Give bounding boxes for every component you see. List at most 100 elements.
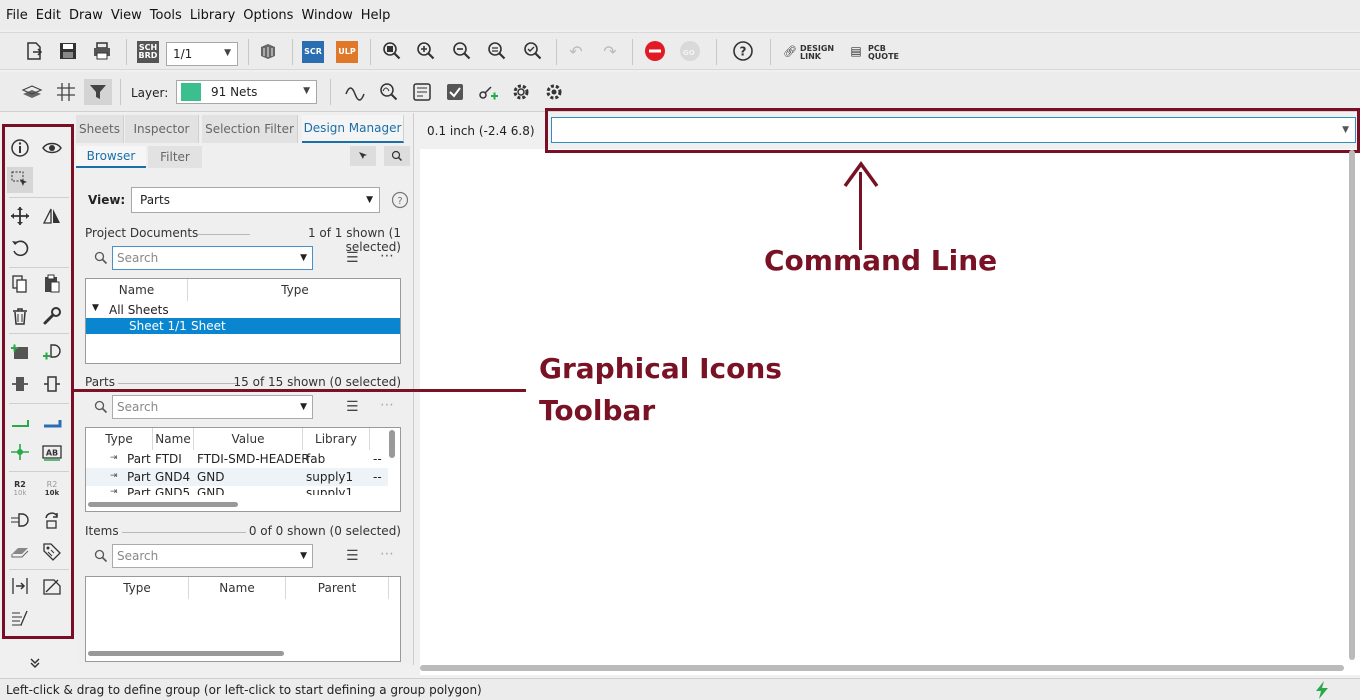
attribute-icon[interactable] bbox=[7, 539, 33, 565]
net-icon[interactable] bbox=[39, 407, 65, 433]
column-header-type[interactable]: Type bbox=[86, 577, 189, 599]
invoke-icon[interactable] bbox=[39, 371, 65, 397]
label-icon[interactable]: AB bbox=[39, 439, 65, 465]
text-align-icon[interactable] bbox=[7, 605, 33, 631]
design-link-button[interactable]: DESIGN LINK bbox=[800, 45, 834, 61]
erc-icon[interactable] bbox=[410, 80, 434, 104]
sheet-select[interactable]: 1/1 ▼ bbox=[166, 42, 238, 66]
split-icon[interactable] bbox=[7, 507, 33, 533]
sch-brd-switch-icon[interactable]: SCH BRD bbox=[137, 41, 159, 63]
lightning-icon[interactable] bbox=[1312, 680, 1332, 700]
column-header-name[interactable]: Name bbox=[153, 428, 194, 450]
delete-icon[interactable] bbox=[7, 303, 33, 329]
menu-file[interactable]: File bbox=[6, 8, 28, 23]
tree-expand-icon[interactable]: ▼ bbox=[92, 303, 99, 313]
stop-icon[interactable] bbox=[643, 39, 667, 63]
more-options-icon[interactable]: ⋯ bbox=[380, 397, 394, 413]
info-icon[interactable] bbox=[7, 135, 33, 161]
check-icon[interactable] bbox=[443, 80, 467, 104]
menu-window[interactable]: Window bbox=[301, 8, 352, 23]
layer-select[interactable]: 91 Nets ▼ bbox=[176, 80, 317, 104]
tab-sheets[interactable]: Sheets bbox=[76, 115, 124, 143]
pcb-quote-button[interactable]: PCB QUOTE bbox=[868, 45, 899, 61]
list-view-icon[interactable]: ☰ bbox=[346, 399, 359, 415]
value-icon[interactable]: R2 10k bbox=[39, 475, 65, 501]
layers-icon[interactable] bbox=[20, 80, 44, 104]
tab-inspector[interactable]: Inspector bbox=[125, 115, 199, 143]
group-select-icon[interactable] bbox=[7, 167, 33, 193]
zoom-in-icon[interactable] bbox=[414, 39, 438, 63]
help-icon[interactable]: ? bbox=[388, 188, 412, 212]
subtab-browser[interactable]: Browser bbox=[76, 146, 146, 168]
zoom-fit-icon[interactable] bbox=[380, 39, 404, 63]
table-row[interactable]: ⇥ Part GND5 GND supply1 bbox=[86, 486, 388, 495]
column-header-library[interactable]: Library bbox=[303, 428, 370, 450]
tag-icon[interactable] bbox=[39, 539, 65, 565]
tree-root-all-sheets[interactable]: All Sheets bbox=[109, 303, 169, 317]
script-icon[interactable]: SCR bbox=[302, 41, 324, 63]
column-header-parent[interactable]: Parent bbox=[286, 577, 389, 599]
more-options-icon[interactable]: ⋯ bbox=[380, 248, 394, 264]
menu-view[interactable]: View bbox=[111, 8, 142, 23]
menu-draw[interactable]: Draw bbox=[69, 8, 103, 23]
canvas-horizontal-scrollbar[interactable] bbox=[420, 665, 1344, 671]
menu-edit[interactable]: Edit bbox=[36, 8, 61, 23]
add-connection-icon[interactable] bbox=[476, 80, 500, 104]
junction-icon[interactable] bbox=[7, 439, 33, 465]
list-view-icon[interactable]: ☰ bbox=[346, 548, 359, 564]
print-icon[interactable] bbox=[90, 39, 114, 63]
add-part-icon[interactable] bbox=[7, 339, 33, 365]
column-header-value[interactable]: Value bbox=[194, 428, 303, 450]
wrench-icon[interactable] bbox=[39, 303, 65, 329]
menu-library[interactable]: Library bbox=[190, 8, 235, 23]
undo-icon[interactable]: ↶ bbox=[564, 39, 588, 63]
canvas-vertical-scrollbar[interactable] bbox=[1349, 150, 1355, 660]
pin-swap-icon[interactable] bbox=[7, 573, 33, 599]
move-icon[interactable] bbox=[7, 203, 33, 229]
redo-icon[interactable]: ↷ bbox=[598, 39, 622, 63]
tab-selection-filter[interactable]: Selection Filter bbox=[202, 115, 298, 143]
mirror-icon[interactable] bbox=[39, 203, 65, 229]
vertical-scrollbar[interactable] bbox=[389, 430, 395, 458]
parts-search-input[interactable]: Search ▼ bbox=[112, 395, 313, 419]
settings-icon[interactable] bbox=[509, 80, 533, 104]
paste-icon[interactable] bbox=[39, 271, 65, 297]
zoom-select-icon[interactable] bbox=[521, 39, 545, 63]
swap-gate-icon[interactable] bbox=[39, 507, 65, 533]
horizontal-scrollbar[interactable] bbox=[88, 651, 284, 656]
rotate-icon[interactable] bbox=[7, 235, 33, 261]
project-documents-search-input[interactable]: Search ▼ bbox=[112, 246, 313, 270]
column-header-type[interactable]: Type bbox=[86, 428, 153, 450]
show-icon[interactable] bbox=[377, 80, 401, 104]
subtab-filter[interactable]: Filter bbox=[148, 146, 202, 168]
help-icon[interactable]: ? bbox=[731, 39, 755, 63]
wire-bend-icon[interactable] bbox=[343, 80, 367, 104]
line-icon[interactable] bbox=[39, 573, 65, 599]
column-header-name[interactable]: Name bbox=[189, 577, 286, 599]
save-icon[interactable] bbox=[56, 39, 80, 63]
items-search-input[interactable]: Search ▼ bbox=[112, 544, 313, 568]
gear-icon[interactable] bbox=[542, 80, 566, 104]
menu-options[interactable]: Options bbox=[243, 8, 293, 23]
ulp-icon[interactable]: ULP bbox=[336, 41, 358, 63]
eye-icon[interactable] bbox=[39, 135, 65, 161]
pick-icon[interactable] bbox=[350, 146, 376, 166]
menu-tools[interactable]: Tools bbox=[150, 8, 182, 23]
column-header-type[interactable]: Type bbox=[188, 279, 400, 301]
horizontal-scrollbar[interactable] bbox=[88, 502, 238, 507]
menu-help[interactable]: Help bbox=[361, 8, 391, 23]
wire-icon[interactable] bbox=[7, 407, 33, 433]
filter-icon[interactable] bbox=[84, 79, 112, 105]
list-view-icon[interactable]: ☰ bbox=[346, 250, 359, 266]
chevron-double-down-icon[interactable] bbox=[22, 650, 48, 676]
column-header-name[interactable]: Name bbox=[86, 279, 188, 301]
add-gate-icon[interactable] bbox=[39, 339, 65, 365]
copy-icon[interactable] bbox=[7, 271, 33, 297]
grid-icon[interactable] bbox=[54, 80, 78, 104]
open-icon[interactable] bbox=[22, 39, 46, 63]
more-options-icon[interactable]: ⋯ bbox=[380, 546, 394, 562]
replace-icon[interactable] bbox=[7, 371, 33, 397]
zoom-redraw-icon[interactable] bbox=[485, 39, 509, 63]
zoom-to-icon[interactable] bbox=[384, 146, 410, 166]
tab-design-manager[interactable]: Design Manager bbox=[302, 115, 404, 143]
